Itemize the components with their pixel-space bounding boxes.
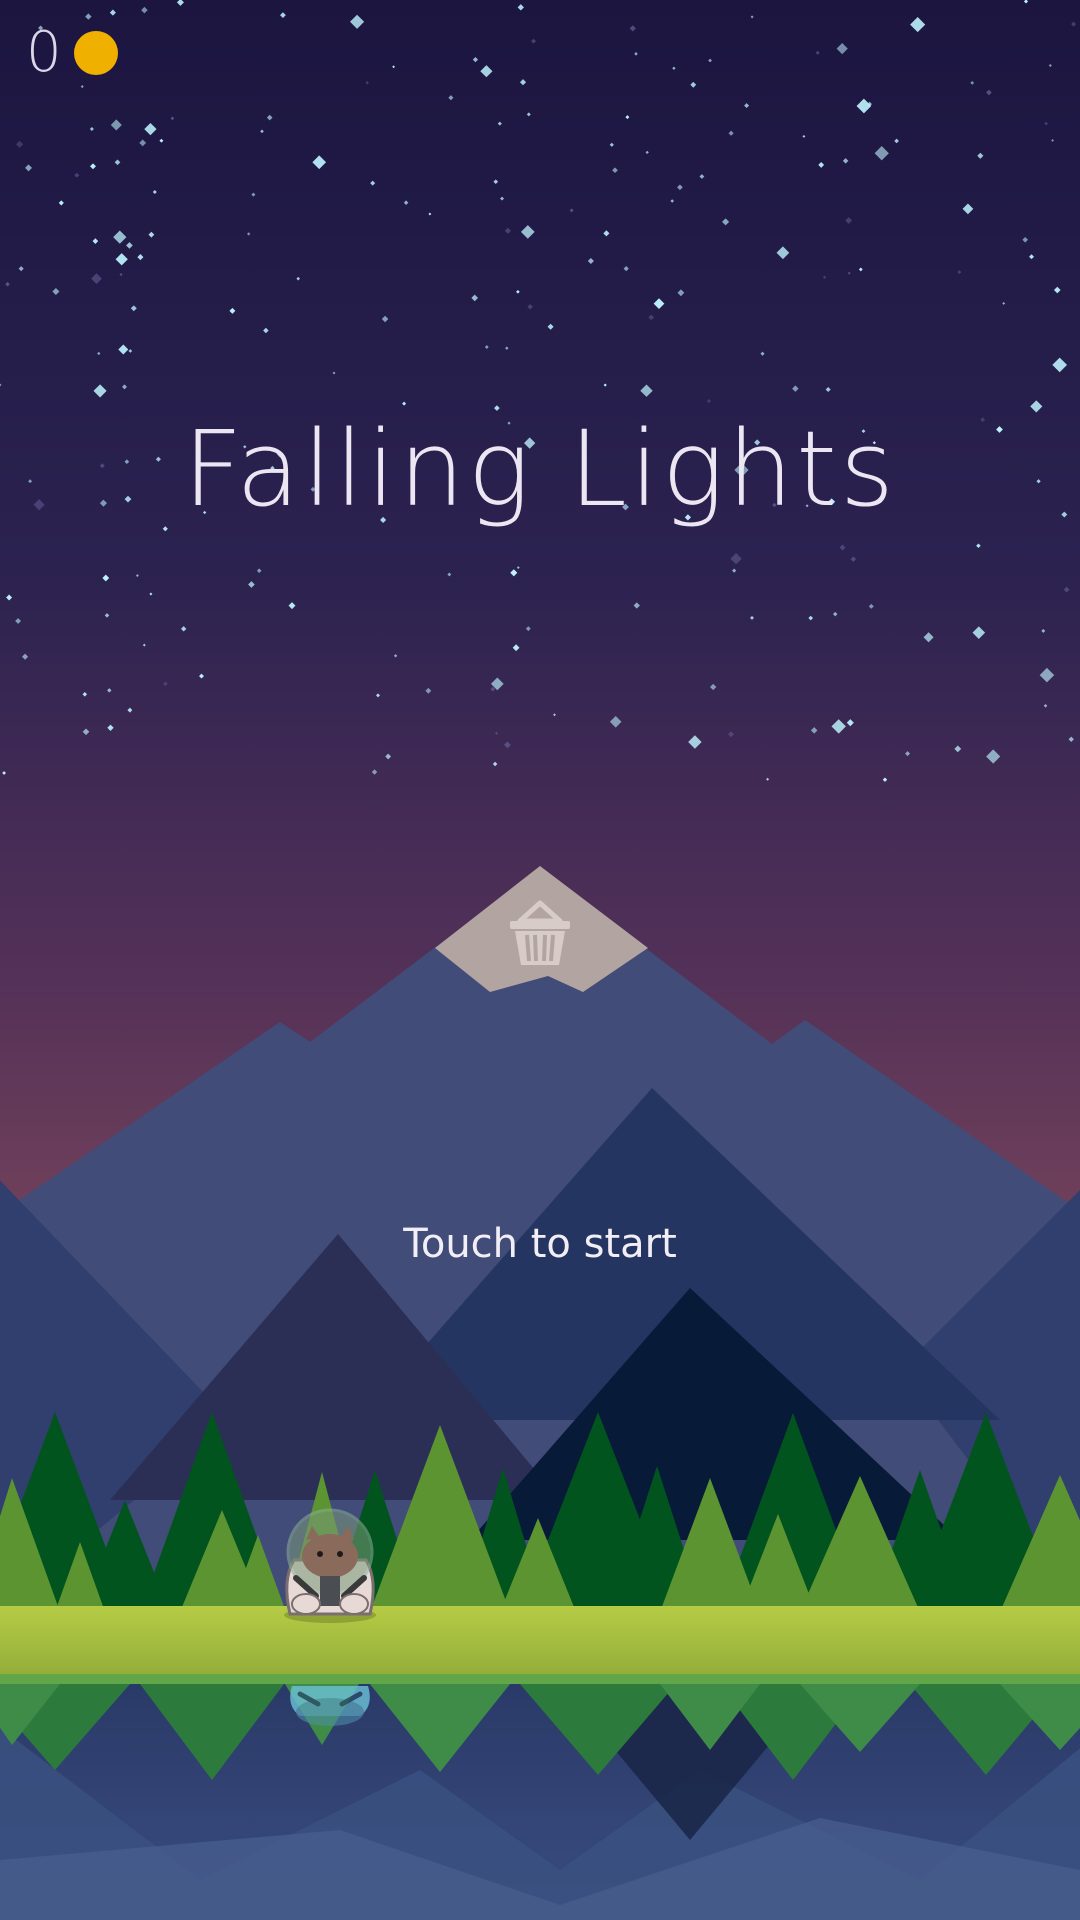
gold-coin-icon	[73, 31, 118, 75]
shop-button[interactable]	[480, 875, 600, 985]
basket-icon	[510, 900, 570, 965]
touch-to-start-label: Touch to start	[403, 1221, 677, 1267]
game-screen: 0 Falling Lights Touch to start	[0, 0, 1080, 1920]
coin-counter: 0	[26, 18, 118, 88]
game-title: Falling Lights	[182, 408, 898, 530]
coin-count: 0	[26, 20, 62, 85]
